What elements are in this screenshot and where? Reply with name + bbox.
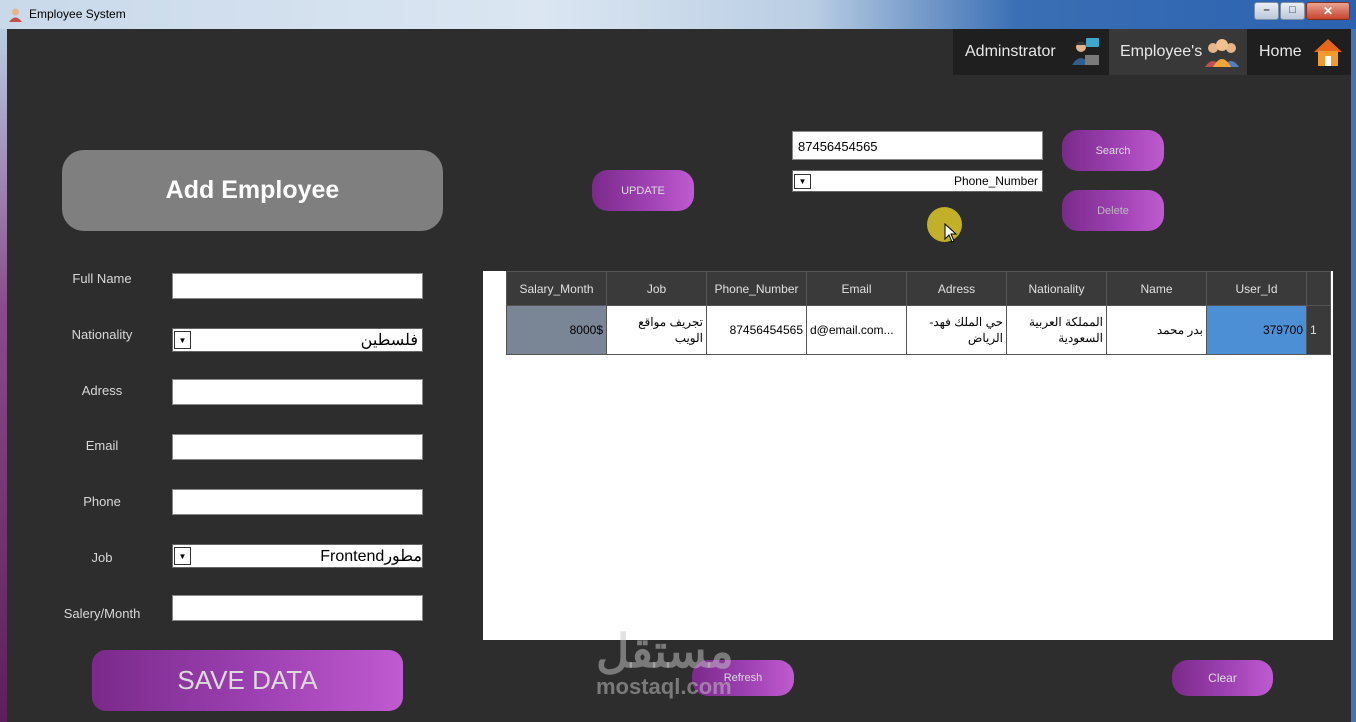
salary-label: Salery/Month — [63, 606, 141, 621]
phone-label: Phone — [83, 494, 121, 509]
nav-admin-label: Adminstrator — [965, 43, 1056, 60]
nav-employees-label: Employee's — [1120, 43, 1203, 60]
mouse-cursor-icon — [944, 223, 958, 243]
adress-label: Adress — [81, 383, 123, 398]
email-field[interactable] — [172, 434, 423, 460]
cell-adress[interactable]: حي الملك فهد-الرياض — [906, 305, 1007, 355]
chevron-down-icon[interactable]: ▼ — [174, 547, 191, 565]
phone-field[interactable] — [172, 489, 423, 515]
nav-home-label: Home — [1259, 43, 1302, 60]
home-icon — [1314, 39, 1342, 66]
salary-field[interactable] — [172, 595, 423, 621]
full-name-field[interactable] — [172, 273, 423, 299]
chevron-down-icon[interactable]: ▼ — [794, 173, 811, 189]
top-nav: Adminstrator Employee's Home — [953, 29, 1351, 75]
email-label: Email — [85, 438, 119, 453]
nav-item-home[interactable]: Home — [1247, 29, 1351, 75]
cell-email[interactable]: d@email.com... — [806, 305, 907, 355]
minimize-button[interactable]: – — [1254, 2, 1279, 20]
maximize-button[interactable]: □ — [1280, 2, 1305, 20]
employees-grid[interactable]: Salary_Month Job Phone_Number Email Adre… — [483, 271, 1333, 640]
nav-item-employees[interactable]: Employee's — [1108, 29, 1247, 75]
row-header-corner — [1306, 271, 1331, 306]
search-button[interactable]: Search — [1062, 130, 1164, 171]
column-header-job[interactable]: Job — [606, 271, 707, 306]
close-button[interactable]: ✕ — [1306, 2, 1350, 20]
mostaql-watermark: مستقل mostaql.com — [596, 628, 734, 700]
watermark-arabic: مستقل — [596, 625, 734, 677]
column-header-salary[interactable]: Salary_Month — [506, 271, 607, 306]
watermark-url: mostaql.com — [596, 674, 732, 699]
table-row[interactable]: 8000$ تجريف مواقع الويب 87456454565 d@em… — [506, 305, 1331, 355]
job-label: Job — [91, 550, 113, 565]
window-frame-right — [1351, 29, 1356, 722]
column-header-adress[interactable]: Adress — [906, 271, 1007, 306]
nationality-label: Nationality — [71, 327, 133, 342]
cell-phone[interactable]: 87456454565 — [706, 305, 807, 355]
cell-salary[interactable]: 8000$ — [506, 305, 607, 355]
column-header-user-id[interactable]: User_Id — [1206, 271, 1307, 306]
chevron-down-icon[interactable]: ▼ — [174, 331, 191, 349]
employees-table: Salary_Month Job Phone_Number Email Adre… — [506, 271, 1331, 355]
window-title: Employee System — [29, 7, 126, 21]
add-employee-heading: Add Employee — [62, 150, 443, 231]
maximize-icon: □ — [1289, 4, 1296, 16]
window-titlebar: Employee System – □ ✕ — [0, 0, 1356, 29]
column-header-phone[interactable]: Phone_Number — [706, 271, 807, 306]
cell-user-id[interactable]: 379700 — [1206, 305, 1307, 355]
search-field-select[interactable]: ▼ Phone_Number — [792, 170, 1043, 192]
minimize-icon: – — [1263, 4, 1270, 16]
nationality-select[interactable]: ▼ فلسطين — [172, 328, 423, 352]
table-header-row: Salary_Month Job Phone_Number Email Adre… — [506, 271, 1331, 306]
search-input[interactable]: 87456454565 — [792, 131, 1043, 160]
nationality-value: فلسطين — [360, 332, 418, 349]
employee-app-icon — [9, 8, 22, 22]
nav-item-admin[interactable]: Adminstrator — [953, 29, 1108, 75]
cell-job[interactable]: تجريف مواقع الويب — [606, 305, 707, 355]
save-data-button[interactable]: SAVE DATA — [92, 650, 403, 711]
clear-button[interactable]: Clear — [1172, 660, 1273, 696]
employees-group-icon — [1205, 39, 1239, 67]
update-button[interactable]: UPDATE — [592, 170, 694, 211]
window-controls: – □ ✕ — [1253, 2, 1350, 20]
full-name-label: Full Name — [72, 271, 132, 286]
column-header-name[interactable]: Name — [1106, 271, 1207, 306]
job-value: مطورFrontend — [320, 548, 422, 565]
search-field-value: Phone_Number — [953, 174, 1038, 188]
column-header-email[interactable]: Email — [806, 271, 907, 306]
row-index[interactable]: 1 — [1306, 305, 1331, 355]
close-icon: ✕ — [1322, 4, 1334, 18]
cell-name[interactable]: بدر محمد — [1106, 305, 1207, 355]
cell-nationality[interactable]: المملكة العربية السعودية — [1006, 305, 1107, 355]
adress-field[interactable] — [172, 379, 423, 405]
administrator-icon — [1072, 38, 1099, 65]
delete-button[interactable]: Delete — [1062, 190, 1164, 231]
job-select[interactable]: ▼ مطورFrontend — [172, 544, 423, 568]
window-frame-left — [0, 29, 7, 722]
column-header-nationality[interactable]: Nationality — [1006, 271, 1107, 306]
